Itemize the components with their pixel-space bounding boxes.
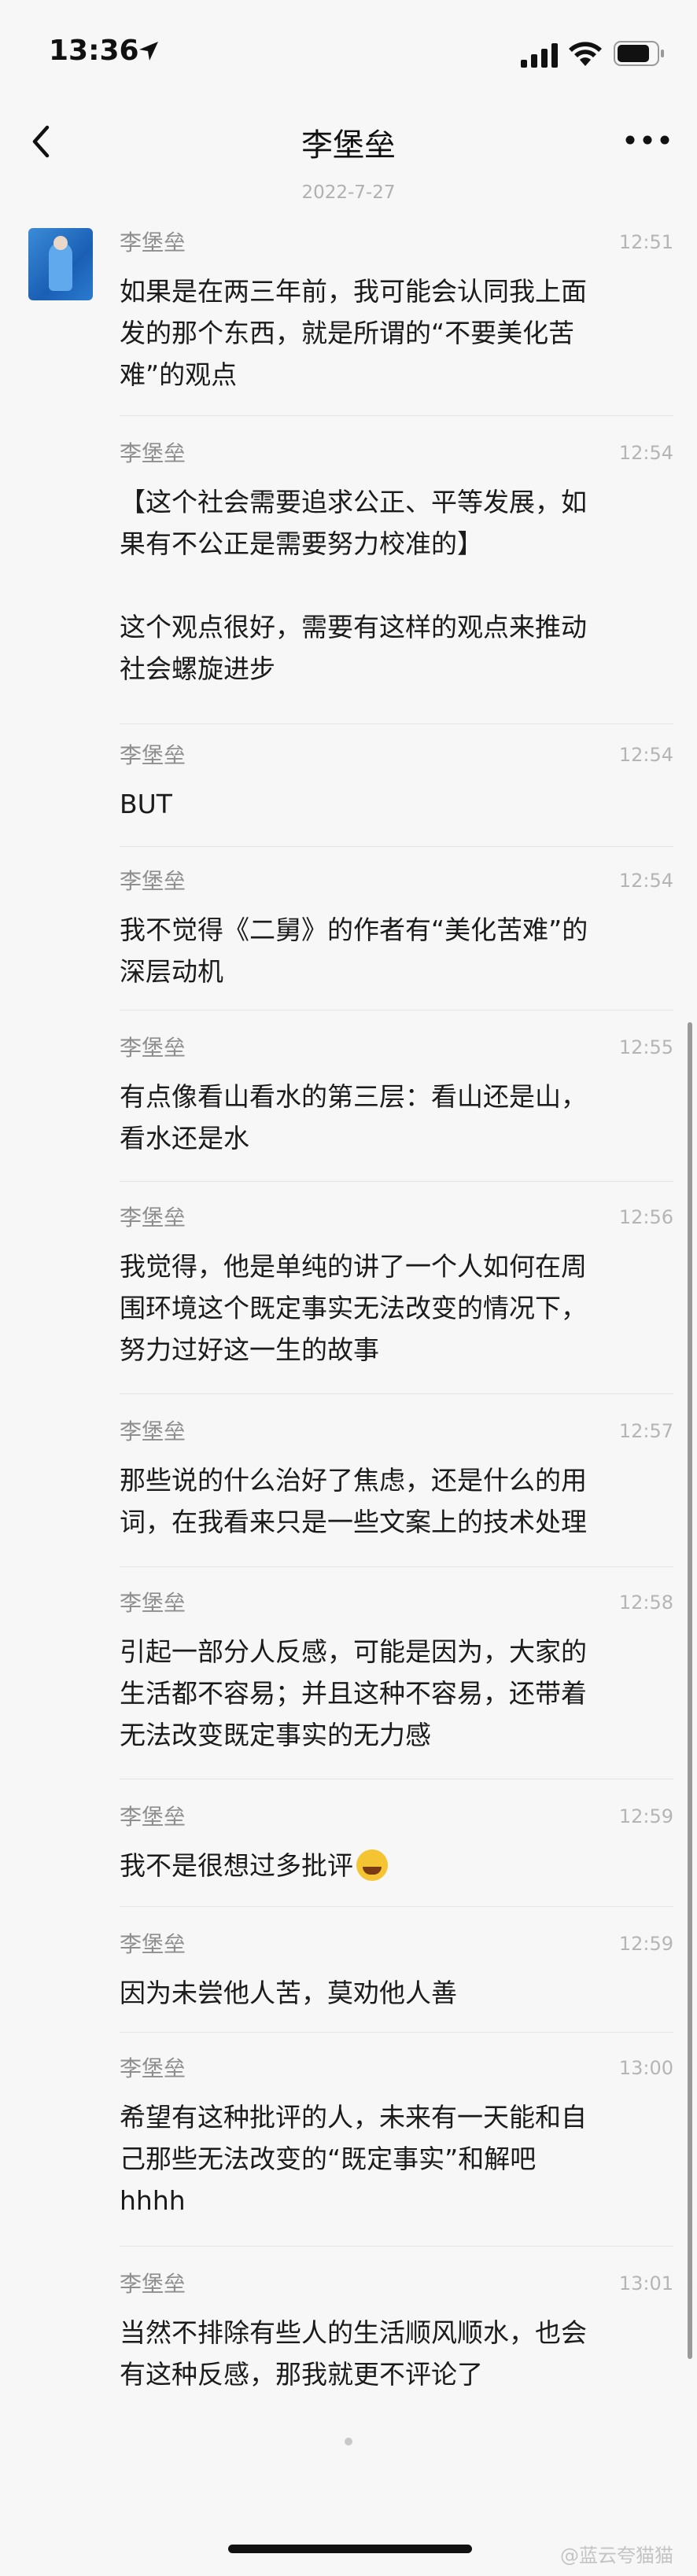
message-time: 12:54 bbox=[618, 744, 673, 766]
scrollbar[interactable] bbox=[688, 1022, 692, 2359]
message-item[interactable]: 李堡垒 12:54 【这个社会需要追求公正、平等发展，如 果有不公正是需要努力校… bbox=[120, 440, 673, 692]
battery-icon bbox=[614, 41, 664, 66]
divider bbox=[120, 723, 673, 724]
message-text: 我觉得，他是单纯的讲了一个人如何在周 围环境这个既定事实无法改变的情况下， 努力… bbox=[120, 1251, 587, 1365]
message-time: 12:54 bbox=[618, 870, 673, 892]
chat-header: 李堡垒 bbox=[0, 102, 697, 189]
divider bbox=[120, 1393, 673, 1394]
message-sender: 李堡垒 bbox=[120, 1205, 186, 1231]
message-time: 12:55 bbox=[618, 1036, 673, 1058]
message-item[interactable]: 李堡垒 12:58 引起一部分人反感，可能是因为，大家的 生活都不容易；并且这种… bbox=[120, 1590, 673, 1750]
message-text: 当然不排除有些人的生活顺风顺水，也会 有这种反感，那我就更不评论了 bbox=[120, 2317, 587, 2390]
divider bbox=[120, 1566, 673, 1567]
message-item[interactable]: 李堡垒 12:57 那些说的什么治好了焦虑，还是什么的用 词，在我看来只是一些文… bbox=[120, 1419, 673, 1537]
message-text: 有点像看山看水的第三层：看山还是山， 看水还是水 bbox=[120, 1081, 587, 1154]
divider bbox=[120, 1181, 673, 1182]
message-time: 12:58 bbox=[618, 1592, 673, 1614]
message-text: 那些说的什么治好了焦虑，还是什么的用 词，在我看来只是一些文案上的技术处理 bbox=[120, 1465, 587, 1537]
message-sender: 李堡垒 bbox=[120, 440, 186, 466]
message-text: BUT bbox=[120, 789, 172, 819]
message-item[interactable]: 李堡垒 12:55 有点像看山看水的第三层：看山还是山， 看水还是水 bbox=[120, 1035, 673, 1154]
page-dot bbox=[345, 2438, 352, 2445]
message-sender: 李堡垒 bbox=[120, 2055, 186, 2081]
message-item[interactable]: 李堡垒 13:00 希望有这种批评的人，未来有一天能和自 己那些无法改变的“既定… bbox=[120, 2055, 673, 2216]
message-sender: 李堡垒 bbox=[120, 1590, 186, 1616]
avatar[interactable] bbox=[28, 228, 93, 300]
divider bbox=[120, 2032, 673, 2033]
status-time: 13:36 bbox=[49, 35, 139, 67]
divider bbox=[120, 846, 673, 847]
message-time: 12:54 bbox=[618, 442, 673, 464]
message-item[interactable]: 李堡垒 12:59 我不是很想过多批评 bbox=[120, 1804, 673, 1882]
message-text: 我不觉得《二舅》的作者有“美化苦难”的 深层动机 bbox=[120, 914, 588, 987]
chat-title: 李堡垒 bbox=[301, 127, 396, 164]
message-item[interactable]: 李堡垒 12:59 因为未尝他人苦，莫劝他人善 bbox=[120, 1931, 673, 2010]
wifi-icon bbox=[569, 42, 602, 66]
message-time: 12:57 bbox=[618, 1420, 673, 1442]
message-text: 我不是很想过多批评 bbox=[120, 1845, 673, 1886]
laughing-tears-emoji-icon bbox=[356, 1849, 388, 1881]
message-sender: 李堡垒 bbox=[120, 1931, 186, 1957]
cellular-signal-icon bbox=[521, 43, 558, 68]
message-item[interactable]: 李堡垒 13:01 当然不排除有些人的生活顺风顺水，也会 有这种反感，那我就更不… bbox=[120, 2271, 673, 2390]
status-bar: 13:36 bbox=[0, 0, 697, 110]
message-time: 12:56 bbox=[618, 1206, 673, 1228]
date-divider: 2022-7-27 bbox=[301, 182, 396, 203]
message-time: 13:00 bbox=[618, 2057, 673, 2079]
message-sender: 李堡垒 bbox=[120, 2271, 186, 2297]
message-text: 如果是在两三年前，我可能会认同我上面 发的那个东西，就是所谓的“不要美化苦 难”… bbox=[120, 276, 587, 390]
message-sender: 李堡垒 bbox=[120, 1804, 186, 1830]
message-time: 13:01 bbox=[618, 2272, 673, 2294]
divider bbox=[120, 2246, 673, 2247]
message-item[interactable]: 李堡垒 12:56 我觉得，他是单纯的讲了一个人如何在周 围环境这个既定事实无法… bbox=[120, 1205, 673, 1365]
divider bbox=[120, 1906, 673, 1907]
message-sender: 李堡垒 bbox=[120, 868, 186, 894]
message-item[interactable]: 李堡垒 12:54 BUT bbox=[120, 742, 673, 821]
message-text: 因为未尝他人苦，莫劝他人善 bbox=[120, 1978, 457, 2008]
watermark: @蓝云夸猫猫 bbox=[560, 2545, 673, 2567]
more-options-icon[interactable] bbox=[620, 124, 675, 156]
message-time: 12:59 bbox=[618, 1933, 673, 1955]
message-sender: 李堡垒 bbox=[120, 230, 186, 256]
message-text: 希望有这种批评的人，未来有一天能和自 己那些无法改变的“既定事实”和解吧 hhh… bbox=[120, 2102, 587, 2216]
message-sender: 李堡垒 bbox=[120, 1035, 186, 1061]
message-item[interactable]: 李堡垒 12:51 如果是在两三年前，我可能会认同我上面 发的那个东西，就是所谓… bbox=[120, 230, 673, 390]
message-item[interactable]: 李堡垒 12:54 我不觉得《二舅》的作者有“美化苦难”的 深层动机 bbox=[120, 868, 673, 987]
message-text: 【这个社会需要追求公正、平等发展，如 果有不公正是需要努力校准的】 这个观点很好… bbox=[120, 487, 587, 684]
message-text-content: 我不是很想过多批评 bbox=[120, 1850, 353, 1881]
message-time: 12:51 bbox=[618, 231, 673, 253]
message-text: 引起一部分人反感，可能是因为，大家的 生活都不容易；并且这种不容易，还带着 无法… bbox=[120, 1636, 587, 1750]
location-arrow-icon bbox=[139, 42, 158, 61]
message-sender: 李堡垒 bbox=[120, 742, 186, 768]
message-time: 12:59 bbox=[618, 1805, 673, 1827]
message-sender: 李堡垒 bbox=[120, 1419, 186, 1444]
home-indicator[interactable] bbox=[228, 2545, 472, 2553]
divider bbox=[120, 415, 673, 416]
